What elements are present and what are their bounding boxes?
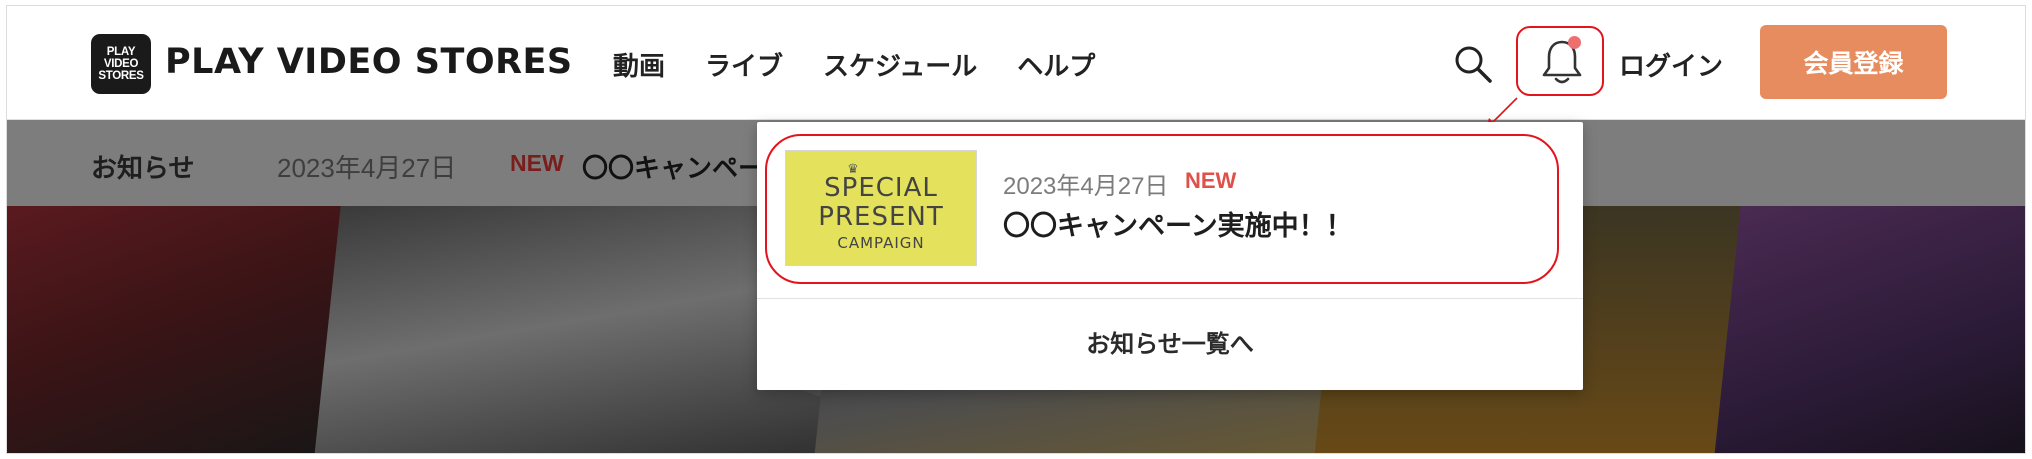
notification-title: 〇〇キャンペーン実施中！！ <box>1003 211 1353 241</box>
notification-thumbnail: ♛ SPECIAL PRESENT CAMPAIGN <box>785 150 977 266</box>
thumb-line-1: SPECIAL <box>824 173 938 204</box>
unread-badge <box>1568 36 1581 49</box>
thumb-line-2: PRESENT <box>818 201 944 232</box>
thumb-line-3: CAMPAIGN <box>837 234 925 253</box>
logo-line-3: STORES <box>98 70 144 82</box>
news-label: お知らせ <box>91 153 195 183</box>
notification-new-badge: NEW <box>1185 168 1237 193</box>
logo[interactable]: PLAY VIDEO STORES <box>91 34 151 94</box>
register-button[interactable]: 会員登録 <box>1760 25 1947 99</box>
nav-item-live[interactable]: ライブ <box>705 46 783 83</box>
notification-dropdown: ♛ SPECIAL PRESENT CAMPAIGN 2023年4月27日 NE… <box>757 122 1583 390</box>
hero-image-athletes <box>1713 206 2025 453</box>
search-icon[interactable] <box>1453 44 1493 84</box>
news-title-link[interactable]: 〇〇キャンペー <box>582 148 764 185</box>
login-link[interactable]: ログイン <box>1619 46 1723 83</box>
brand-name[interactable]: PLAY VIDEO STORES <box>165 42 573 82</box>
notification-date: 2023年4月27日 <box>1003 173 1169 200</box>
nav-item-videos[interactable]: 動画 <box>613 46 665 83</box>
news-date: 2023年4月27日 <box>277 153 457 183</box>
nav-item-schedule[interactable]: スケジュール <box>823 46 977 83</box>
site-header: PLAY VIDEO STORES PLAY VIDEO STORES 動画 ラ… <box>7 6 2025 120</box>
notification-button[interactable] <box>1516 26 1604 96</box>
dropdown-divider <box>757 298 1583 299</box>
notification-item[interactable]: ♛ SPECIAL PRESENT CAMPAIGN 2023年4月27日 NE… <box>765 134 1559 284</box>
nav-item-help[interactable]: ヘルプ <box>1017 46 1095 83</box>
logo-line-1: PLAY <box>106 46 136 58</box>
main-nav: 動画 ライブ スケジュール ヘルプ <box>613 46 1095 83</box>
all-notifications-link[interactable]: お知らせ一覧へ <box>757 324 1583 359</box>
page-frame: PLAY VIDEO STORES PLAY VIDEO STORES 動画 ラ… <box>6 5 2026 454</box>
news-new-badge: NEW <box>510 150 564 176</box>
logo-line-2: VIDEO <box>103 58 139 70</box>
hero-image-concert <box>7 206 347 453</box>
